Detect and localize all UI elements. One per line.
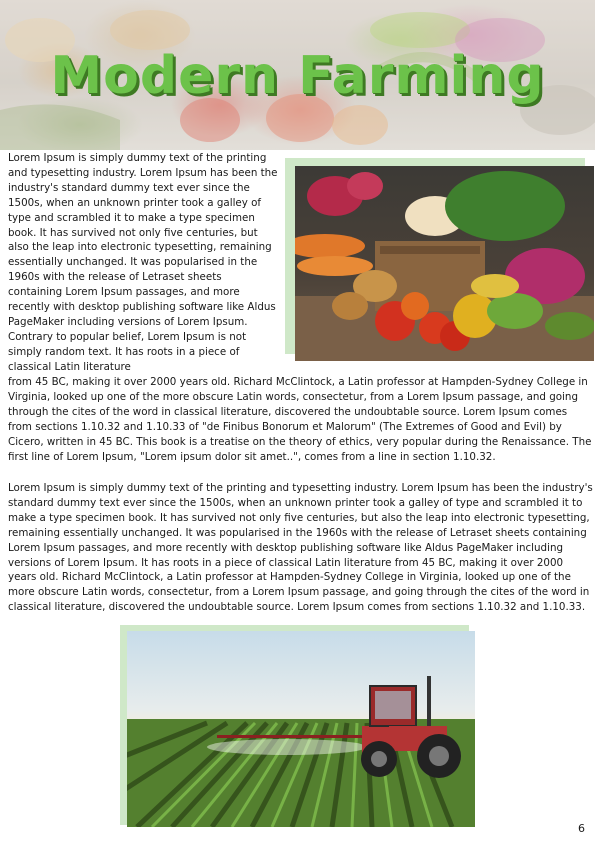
page-number: 6 (578, 822, 585, 835)
page-title: Modern Farming (50, 46, 545, 106)
header-banner: Modern Farming (0, 0, 595, 150)
paragraph-2: Lorem Ipsum is simply dummy text of the … (8, 482, 593, 614)
tractor-field-photo (127, 631, 475, 827)
vegetables-photo (295, 166, 594, 361)
paragraph-1-part-2: from 45 BC, making it over 2000 years ol… (8, 376, 592, 463)
paragraph-1-part-1: Lorem Ipsum is simply dummy text of the … (8, 152, 278, 373)
